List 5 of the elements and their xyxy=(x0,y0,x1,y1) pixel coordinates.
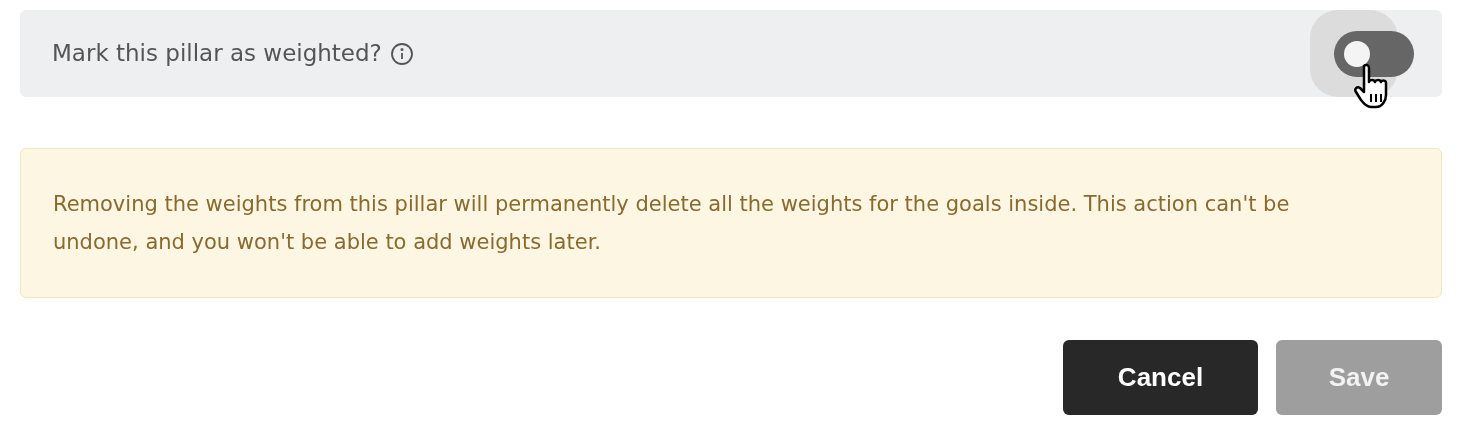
weighted-toggle[interactable] xyxy=(1334,30,1414,77)
toggle-label: Mark this pillar as weighted? xyxy=(52,39,382,69)
info-icon xyxy=(389,41,414,66)
warning-text: Removing the weights from this pillar will permanently delete all the weights for the goals inside. This action can't be undone, and you won't be able to add weights later. xyxy=(53,191,1291,256)
cancel-button[interactable]: Cancel xyxy=(1063,340,1258,415)
